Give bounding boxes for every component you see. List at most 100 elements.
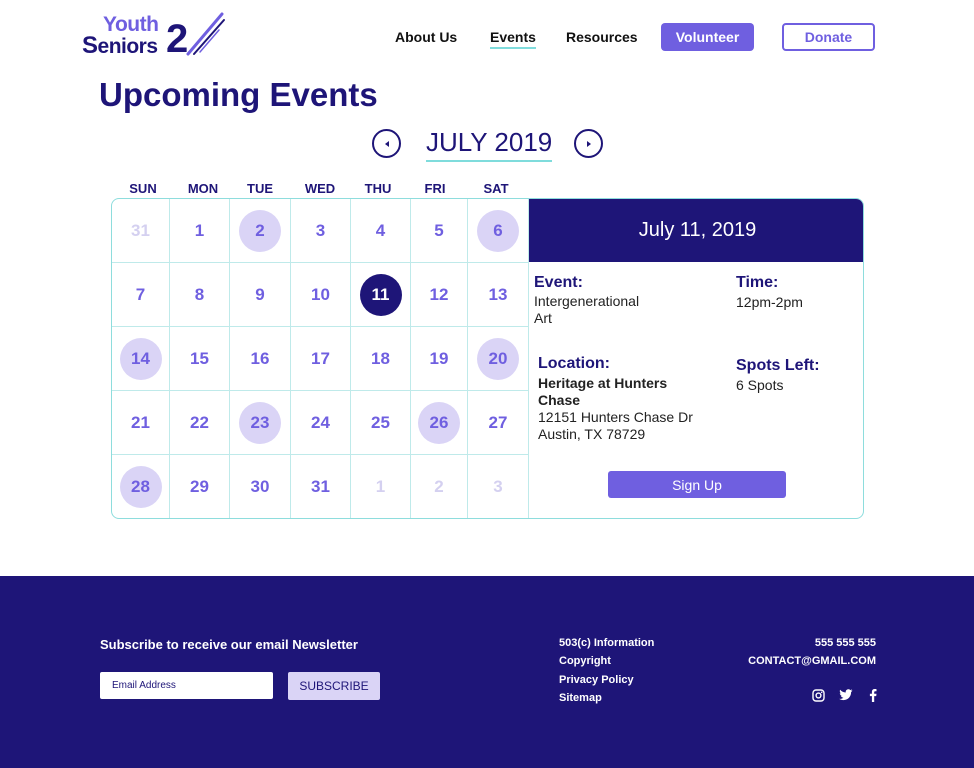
day-number: 9 <box>255 284 265 304</box>
prev-month-button[interactable] <box>372 129 401 158</box>
site-footer: Subscribe to receive our email Newslette… <box>0 576 974 768</box>
day-number: 31 <box>131 220 150 240</box>
weekday-fri: FRI <box>424 181 446 196</box>
day-number: 19 <box>429 348 449 368</box>
event-day-number: 28 <box>119 465 162 508</box>
time-label: Time: <box>736 274 779 291</box>
calendar-day-cell[interactable]: 30 <box>230 455 291 518</box>
calendar-day-cell[interactable]: 5 <box>411 199 468 263</box>
time-value: 12pm-2pm <box>736 294 803 310</box>
calendar-day-cell[interactable]: 11 <box>351 263 411 327</box>
calendar-day-cell[interactable]: 20 <box>468 327 528 391</box>
day-number: 3 <box>315 220 326 240</box>
calendar-day-cell[interactable]: 19 <box>411 327 468 391</box>
page-title: Upcoming Events <box>99 76 378 113</box>
event-name-line2: Art <box>534 310 552 326</box>
event-day-number: 26 <box>418 401 460 444</box>
day-number: 18 <box>371 348 390 368</box>
triangle-left-icon <box>384 140 389 147</box>
event-day-number: 6 <box>477 209 519 252</box>
calendar-card: 31 1 2 3 4 5 6 7 8 9 10 11 12 13 14 15 16 17 18 19 20 21 22 23 2… <box>111 198 864 519</box>
calendar-day-cell[interactable]: 23 <box>230 391 291 455</box>
instagram-icon[interactable] <box>811 688 825 702</box>
calendar-day-cell[interactable]: 4 <box>351 199 411 263</box>
day-number: 4 <box>375 220 386 240</box>
calendar-day-cell[interactable]: 29 <box>170 455 230 518</box>
day-number: 17 <box>311 348 330 368</box>
calendar-day-cell[interactable]: 16 <box>230 327 291 391</box>
sign-up-button[interactable]: Sign Up <box>608 471 786 498</box>
calendar-day-cell[interactable]: 15 <box>170 327 230 391</box>
detail-date: July 11, 2019 <box>529 199 863 262</box>
facebook-icon[interactable] <box>866 688 880 702</box>
calendar-grid: 31 1 2 3 4 5 6 7 8 9 10 11 12 13 14 15 16 17 18 19 20 21 22 23 2… <box>112 199 528 518</box>
calendar-day-cell[interactable]: 13 <box>468 263 528 327</box>
calendar-day-cell[interactable]: 12 <box>411 263 468 327</box>
event-name-line1: Intergenerational <box>534 293 640 309</box>
footer-link-sitemap[interactable]: Sitemap <box>559 692 602 704</box>
day-number: 2 <box>434 476 444 496</box>
address-line1: 12151 Hunters Chase Dr <box>538 409 693 425</box>
calendar-day-cell: 31 <box>112 199 170 263</box>
footer-link-privacy[interactable]: Privacy Policy <box>559 674 634 686</box>
day-number: 12 <box>429 284 449 304</box>
day-number: 8 <box>194 284 205 304</box>
calendar-day-cell[interactable]: 24 <box>291 391 351 455</box>
event-detail-panel: July 11, 2019 Event: Intergenerational A… <box>528 199 863 518</box>
calendar-day-cell[interactable]: 10 <box>291 263 351 327</box>
newsletter-title: Subscribe to receive our email Newslette… <box>100 637 358 652</box>
calendar-day-cell: 1 <box>351 455 411 518</box>
weekday-mon: MON <box>187 181 219 196</box>
triangle-right-icon <box>586 140 591 147</box>
calendar-day-cell[interactable]: 28 <box>112 455 170 518</box>
weekday-wed: WED <box>304 181 336 196</box>
calendar-day-cell[interactable]: 2 <box>230 199 291 263</box>
calendar-day-cell[interactable]: 9 <box>230 263 291 327</box>
calendar-day-cell[interactable]: 26 <box>411 391 468 455</box>
spots-label: Spots Left: <box>736 357 820 374</box>
calendar-day-cell[interactable]: 6 <box>468 199 528 263</box>
nav-resources[interactable]: Resources <box>566 29 638 45</box>
day-number: 13 <box>488 284 508 304</box>
calendar-day-cell[interactable]: 17 <box>291 327 351 391</box>
day-number: 27 <box>488 412 508 432</box>
calendar-day-cell: 2 <box>411 455 468 518</box>
weekday-sat: SAT <box>483 181 509 196</box>
subscribe-button[interactable]: SUBSCRIBE <box>288 672 380 700</box>
twitter-icon[interactable] <box>839 688 853 702</box>
weekday-tue: TUE <box>247 181 273 196</box>
day-number: 21 <box>131 412 150 432</box>
calendar-day-cell[interactable]: 8 <box>170 263 230 327</box>
logo-brush-icon: 2 <box>166 12 225 58</box>
day-number: 31 <box>311 476 330 496</box>
day-number: 29 <box>190 476 209 496</box>
donate-button[interactable]: Donate <box>782 23 875 51</box>
site-logo[interactable]: Youth Seniors 2 <box>82 10 227 60</box>
calendar-day-cell[interactable]: 31 <box>291 455 351 518</box>
event-day-number: 14 <box>119 337 162 380</box>
calendar-day-cell[interactable]: 3 <box>291 199 351 263</box>
calendar-day-cell[interactable]: 1 <box>170 199 230 263</box>
newsletter-email-input[interactable] <box>100 672 273 699</box>
calendar-day-cell[interactable]: 21 <box>112 391 170 455</box>
logo-numeral: 2 <box>166 17 188 58</box>
calendar-day-cell[interactable]: 27 <box>468 391 528 455</box>
location-name-line2: Chase <box>538 392 581 408</box>
calendar-day-cell[interactable]: 18 <box>351 327 411 391</box>
nav-about-us[interactable]: About Us <box>395 29 457 45</box>
weekday-thu: THU <box>364 181 392 196</box>
volunteer-button[interactable]: Volunteer <box>661 23 754 51</box>
footer-link-503c[interactable]: 503(c) Information <box>559 637 654 649</box>
calendar-day-cell[interactable]: 22 <box>170 391 230 455</box>
day-number: 16 <box>250 348 270 368</box>
nav-events[interactable]: Events <box>490 29 536 49</box>
footer-link-copyright[interactable]: Copyright <box>559 655 611 667</box>
day-number: 22 <box>190 412 209 432</box>
calendar-day-cell[interactable]: 7 <box>112 263 170 327</box>
next-month-button[interactable] <box>574 129 603 158</box>
footer-email[interactable]: CONTACT@GMAIL.COM <box>748 655 876 667</box>
calendar-day-cell[interactable]: 25 <box>351 391 411 455</box>
calendar-day-cell[interactable]: 14 <box>112 327 170 391</box>
day-number: 5 <box>434 220 444 240</box>
month-label: JULY 2019 <box>426 127 553 162</box>
